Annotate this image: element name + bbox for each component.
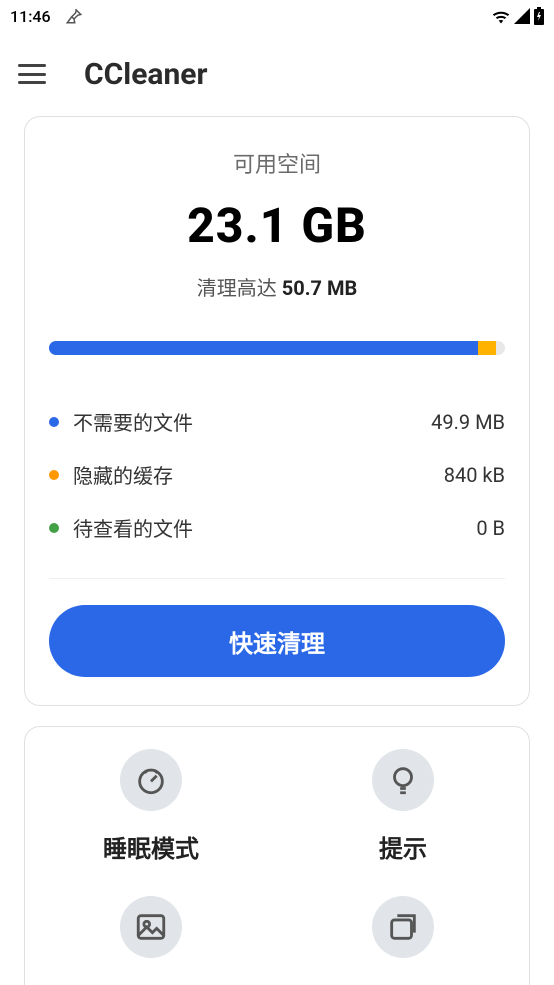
app-bar: CCleaner [0,32,554,116]
available-space-value: 23.1 GB [49,197,505,254]
legend-dot [49,470,59,480]
status-time: 11:46 [10,7,51,26]
legend-value: 840 kB [444,463,505,487]
menu-icon[interactable] [18,64,46,84]
storage-card: 可用空间 23.1 GB 清理高达 50.7 MB 不需要的文件49.9 MB隐… [24,116,530,706]
status-bar: 11:46 [0,0,554,32]
divider [49,578,505,579]
battery-icon [534,7,544,25]
legend-label: 待查看的文件 [73,513,476,542]
cards-icon [372,896,434,958]
tool-tile[interactable]: 提示 [277,745,529,892]
legend-row: 不需要的文件49.9 MB [49,395,505,448]
storage-bar [49,341,505,355]
bulb-icon [372,749,434,811]
available-space-label: 可用空间 [49,147,505,179]
legend-dot [49,417,59,427]
app-title: CCleaner [84,57,207,92]
legend: 不需要的文件49.9 MB隐藏的缓存840 kB待查看的文件0 B [49,395,505,554]
signal-icon [514,8,530,24]
legend-dot [49,523,59,533]
legend-label: 不需要的文件 [73,407,431,436]
tool-tile[interactable]: 睡眠模式 [25,745,277,892]
legend-value: 0 B [476,516,505,540]
tile-label: 睡眠模式 [103,829,199,864]
quick-clean-button[interactable]: 快速清理 [49,605,505,677]
tool-tile[interactable] [277,892,529,985]
broom-icon [65,7,83,25]
gauge-icon [120,749,182,811]
cleanable-line: 清理高达 50.7 MB [49,272,505,301]
bar-segment [478,341,496,355]
tile-label: 提示 [379,829,427,864]
tool-tile[interactable] [25,892,277,985]
legend-row: 隐藏的缓存840 kB [49,448,505,501]
legend-label: 隐藏的缓存 [73,460,444,489]
legend-row: 待查看的文件0 B [49,501,505,554]
legend-value: 49.9 MB [431,410,505,434]
tools-card: 睡眠模式 提示 [24,726,530,985]
bar-segment [49,341,478,355]
photo-icon [120,896,182,958]
wifi-icon [492,8,510,24]
